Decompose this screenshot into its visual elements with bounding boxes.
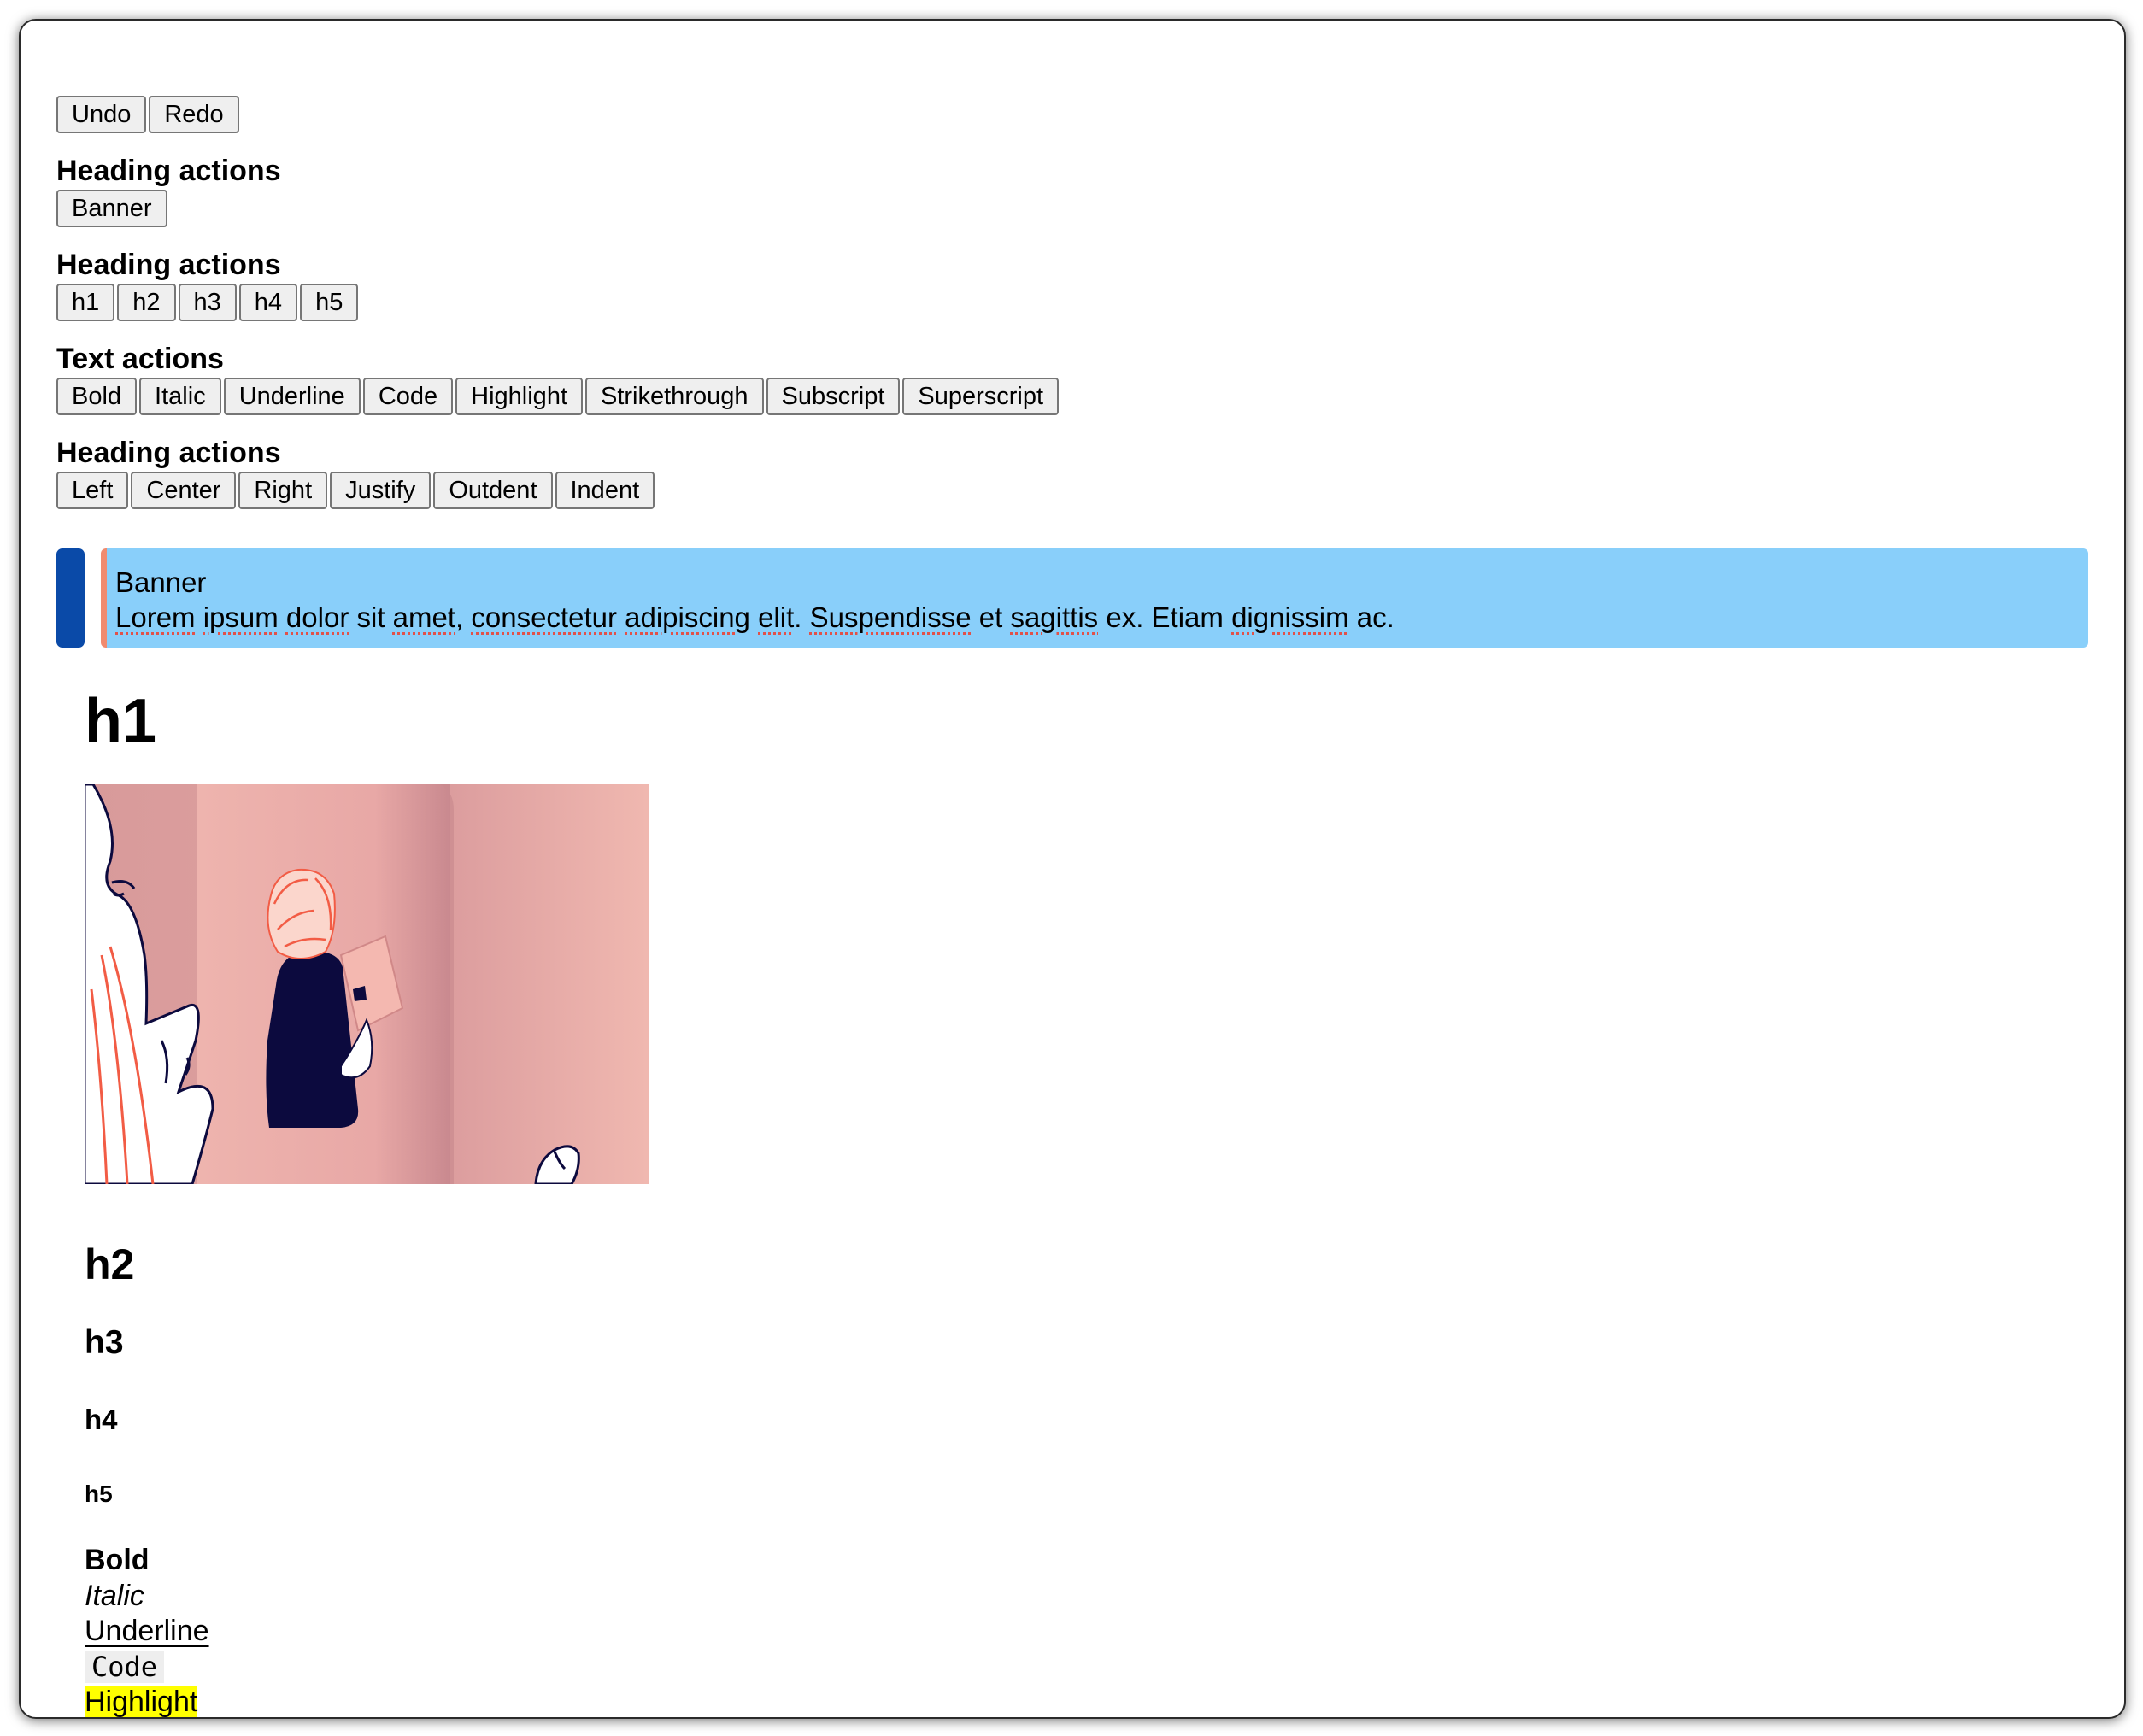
editor-content[interactable]: h1 h2 h3 h4 h5 Bold Italic Underline Cod…	[85, 687, 649, 1717]
banner-body-word: adipiscing	[625, 601, 750, 633]
banner-body-word: et	[978, 601, 1003, 633]
banner-body[interactable]: Lorem ipsum dolor sit amet, consectetur …	[115, 600, 2088, 635]
bold-button[interactable]: Bold	[56, 378, 138, 415]
bold-text: Bold	[85, 1544, 150, 1576]
banner-body-word: sit	[356, 601, 385, 633]
underline-button[interactable]: Underline	[223, 378, 361, 415]
section-alignment: Heading actions Left Center Right Justif…	[56, 434, 2088, 509]
indent-button[interactable]: Indent	[555, 472, 655, 509]
banner-button[interactable]: Banner	[56, 190, 167, 227]
undo-button[interactable]: Undo	[56, 96, 147, 133]
section-text: Text actions Bold Italic Underline Code …	[56, 340, 2088, 415]
section-title: Heading actions	[56, 249, 281, 281]
banner-body-word: consectetur	[471, 601, 617, 633]
outdent-button[interactable]: Outdent	[433, 472, 553, 509]
banner-body-word: Lorem	[115, 601, 196, 633]
banner-body-word: elit.	[758, 601, 802, 633]
formatted-text: Bold Italic Underline Code Highlight	[85, 1543, 209, 1718]
alignment-toolbar: Left Center Right Justify Outdent Indent	[56, 472, 2088, 509]
heading-4: h4	[85, 1404, 118, 1435]
banner-body-word: Etiam	[1151, 601, 1224, 633]
heading-2: h2	[85, 1240, 135, 1288]
banner-body-word: dignissim	[1231, 601, 1349, 633]
highlight-button[interactable]: Highlight	[455, 378, 583, 415]
section-banner: Heading actions Banner	[56, 152, 2088, 227]
history-toolbar: Undo Redo	[56, 96, 2088, 133]
h3-button[interactable]: h3	[178, 284, 237, 321]
strikethrough-button[interactable]: Strikethrough	[585, 378, 764, 415]
banner-body-word: dolor	[285, 601, 349, 633]
italic-text: Italic	[85, 1579, 144, 1612]
banner-body-word: ex.	[1106, 601, 1144, 633]
heading-3: h3	[85, 1324, 124, 1361]
banner-body-word: ipsum	[203, 601, 279, 633]
section-title: Heading actions	[56, 155, 281, 187]
browser-window: Undo Redo Heading actions Banner Heading…	[19, 19, 2126, 1719]
banner[interactable]: Banner Lorem ipsum dolor sit amet, conse…	[101, 548, 2088, 648]
align-left-button[interactable]: Left	[56, 472, 129, 509]
editor-page: Undo Redo Heading actions Banner Heading…	[56, 96, 2088, 648]
section-headings: Heading actions h1 h2 h3 h4 h5	[56, 246, 2088, 321]
section-title: Text actions	[56, 343, 224, 375]
redo-button[interactable]: Redo	[149, 96, 239, 133]
illustration-image	[85, 784, 649, 1184]
banner-body-word: sagittis	[1010, 601, 1099, 633]
banner-block: Banner Lorem ipsum dolor sit amet, conse…	[56, 548, 2088, 648]
heading-toolbar: h1 h2 h3 h4 h5	[56, 284, 2088, 321]
h1-button[interactable]: h1	[56, 284, 115, 321]
banner-body-word: amet,	[392, 601, 464, 633]
italic-button[interactable]: Italic	[139, 378, 221, 415]
text-toolbar: Bold Italic Underline Code Highlight Str…	[56, 378, 2088, 415]
banner-body-word: ac.	[1356, 601, 1394, 633]
subscript-button[interactable]: Subscript	[766, 378, 901, 415]
banner-title: Banner	[115, 566, 207, 598]
highlight-text: Highlight	[85, 1686, 198, 1718]
h5-button[interactable]: h5	[300, 284, 359, 321]
code-button[interactable]: Code	[362, 378, 454, 415]
align-center-button[interactable]: Center	[131, 472, 237, 509]
heading-1: h1	[85, 687, 157, 755]
section-title: Heading actions	[56, 437, 281, 469]
superscript-button[interactable]: Superscript	[902, 378, 1060, 415]
h4-button[interactable]: h4	[238, 284, 298, 321]
banner-body-word: Suspendisse	[809, 601, 972, 633]
align-right-button[interactable]: Right	[238, 472, 328, 509]
banner-toolbar: Banner	[56, 190, 2088, 227]
banner-drag-handle[interactable]	[56, 548, 85, 648]
h2-button[interactable]: h2	[117, 284, 176, 321]
underline-text: Underline	[85, 1615, 209, 1647]
heading-5: h5	[85, 1481, 113, 1507]
justify-button[interactable]: Justify	[330, 472, 432, 509]
code-text: Code	[85, 1650, 165, 1683]
